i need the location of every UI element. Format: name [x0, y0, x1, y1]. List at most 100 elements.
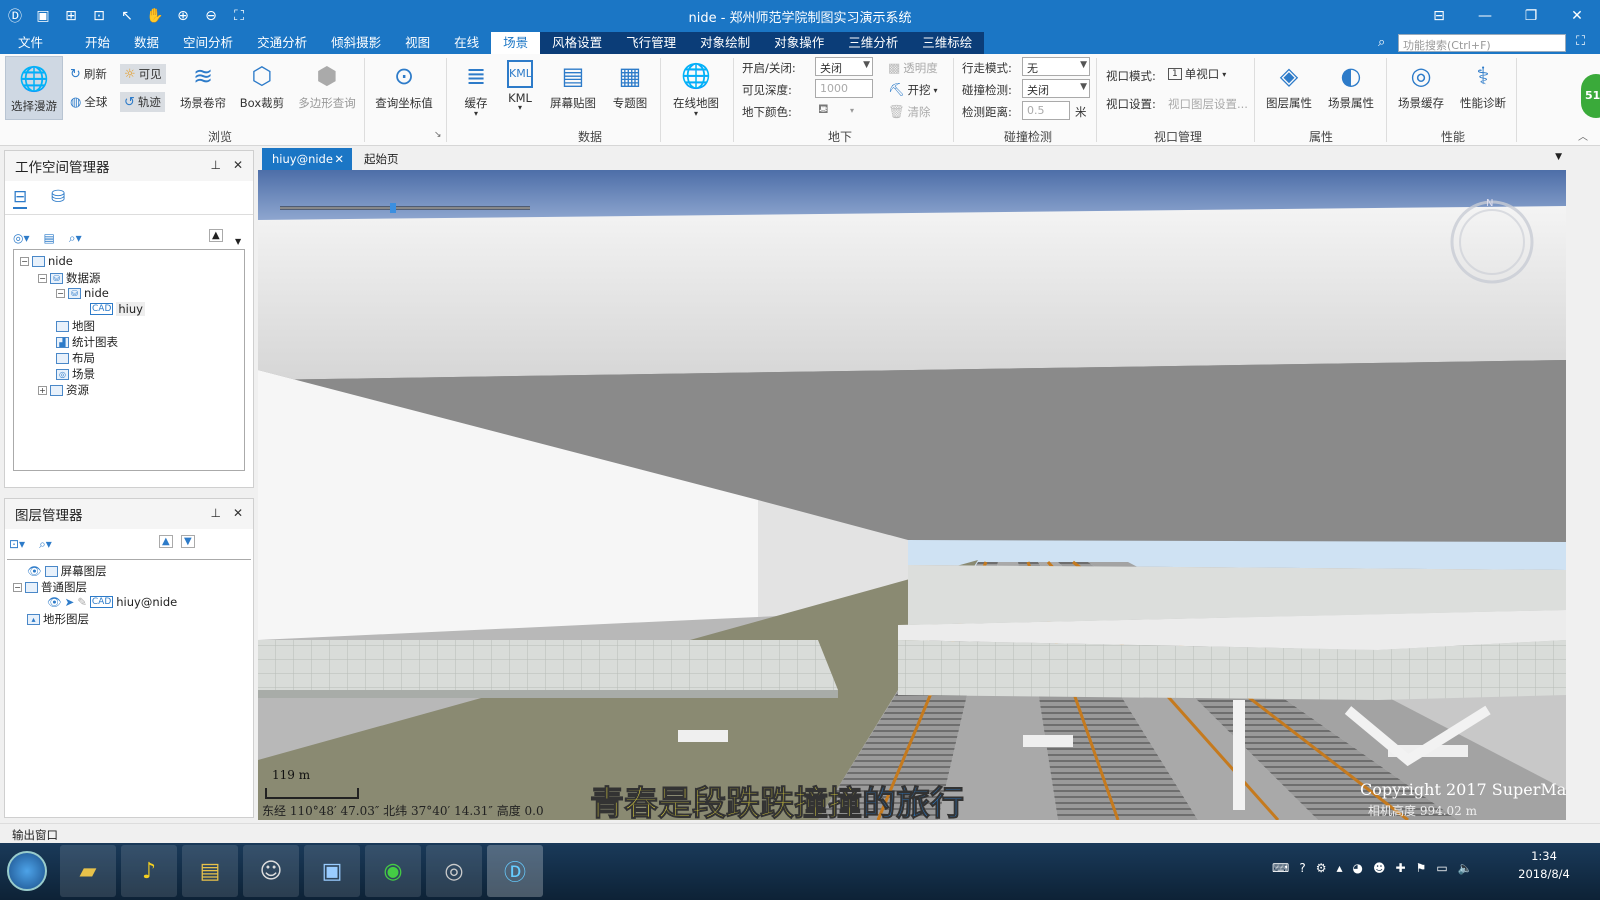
menu-tab[interactable]: 风格设置 — [540, 32, 615, 54]
layer-node-screen[interactable]: 👁 屏幕图层 — [27, 563, 107, 579]
excavate-button[interactable]: ⛏ 开挖 ▾ — [888, 82, 938, 98]
scroll-up-icon[interactable]: ▲ — [209, 229, 223, 242]
folder-icon[interactable]: ▤ — [182, 845, 238, 897]
dialog-launcher-icon[interactable]: ↘ — [434, 130, 442, 140]
select-roam-button[interactable]: 🌐 选择漫游 — [5, 56, 63, 120]
layer-node-terrain[interactable]: ▴ 地形图层 — [27, 611, 89, 627]
walk-mode-select[interactable]: 无 ▼ — [1022, 57, 1090, 76]
menu-tab[interactable]: 场景 — [491, 32, 541, 54]
ribbon-display-icon[interactable]: ⊟ — [1416, 0, 1462, 32]
close-icon[interactable]: ✕ — [233, 506, 243, 520]
photo-viewer-icon[interactable]: ▣ — [304, 845, 360, 897]
selectable-icon[interactable]: ➤ — [65, 595, 75, 609]
visible-depth-input[interactable]: 1000 — [815, 79, 873, 98]
qq-icon[interactable]: ◕ — [1353, 861, 1363, 875]
menu-tab[interactable]: 视图 — [393, 32, 442, 54]
menu-tab[interactable]: 空间分析 — [171, 32, 245, 54]
tab-hiuy-nide[interactable]: hiuy@nide ✕ — [262, 148, 352, 170]
detect-distance-input[interactable]: 0.5 — [1022, 101, 1070, 120]
keyboard-icon[interactable]: ⌨ — [1272, 861, 1289, 875]
tree-node-maps[interactable]: 地图 — [56, 318, 95, 334]
layer-node-normal[interactable]: − 普通图层 — [13, 579, 87, 595]
close-icon[interactable]: ✕ — [233, 158, 243, 172]
browser-icon[interactable]: ◉ — [365, 845, 421, 897]
move-down-icon[interactable]: ▼ — [181, 535, 195, 548]
close-icon[interactable]: ✕ — [1554, 0, 1600, 32]
start-orb-icon[interactable] — [0, 845, 54, 897]
screen-paste-button[interactable]: ▤ 屏幕贴图 — [548, 60, 598, 111]
menu-tab[interactable]: 三维标绘 — [910, 32, 985, 54]
open-data-icon[interactable]: ◎▾ — [13, 231, 30, 246]
output-window-tab[interactable]: 输出窗口 — [12, 828, 58, 842]
restore-icon[interactable]: ❐ — [1508, 0, 1554, 32]
help-icon[interactable]: ? — [1299, 861, 1305, 875]
collapse-ribbon-icon[interactable]: ︿ — [1578, 128, 1588, 143]
tree-node-scenes[interactable]: ◎ 场景 — [56, 366, 95, 382]
menu-tab[interactable]: 三维分析 — [836, 32, 911, 54]
tree-node-datasource-nide[interactable]: − ⛁ nide — [56, 286, 109, 300]
menu-tab[interactable]: 开始 — [73, 32, 122, 54]
layer-properties-button[interactable]: ◈ 图层属性 — [1262, 60, 1316, 111]
scene-viewport[interactable]: N 119 m 东经 110°48′ 47.03″ 北纬 37°40′ 14.3… — [258, 170, 1566, 820]
speed-badge[interactable]: 51 — [1581, 74, 1600, 118]
tree-node-datasources[interactable]: − ⛁ 数据源 — [38, 270, 101, 286]
move-up-icon[interactable]: ▲ — [159, 535, 173, 548]
online-map-button[interactable]: 🌐 在线地图 ▾ — [668, 60, 724, 118]
scene-cache-button[interactable]: ◎ 场景缓存 — [1394, 60, 1448, 111]
menu-tab[interactable]: 在线 — [442, 32, 491, 54]
polygon-query-button[interactable]: ⬢ 多边形查询 — [295, 60, 359, 111]
query-coord-button[interactable]: ⊙ 查询坐标值 — [372, 60, 436, 111]
properties-icon[interactable]: ▤ — [44, 231, 55, 246]
viewport-layer-setting-button[interactable]: 视口图层设置... — [1168, 96, 1248, 112]
menu-tab[interactable]: 对象绘制 — [688, 32, 763, 54]
show-hidden-icon[interactable]: ▴ — [1336, 861, 1342, 875]
scene-shutter-button[interactable]: ≋ 场景卷帘 — [178, 60, 228, 111]
add-layer-icon[interactable]: ⊡▾ — [9, 537, 25, 552]
tab-list-icon[interactable]: ▼ — [1555, 152, 1562, 162]
tray-settings-icon[interactable]: ⚙ — [1316, 861, 1327, 875]
find-layer-icon[interactable]: ⌕▾ — [39, 537, 52, 552]
function-search-input[interactable]: 功能搜索(Ctrl+F) — [1398, 34, 1566, 52]
tree-node-layouts[interactable]: 布局 — [56, 350, 95, 366]
find-icon[interactable]: ⌕▾ — [69, 231, 82, 246]
box-clip-button[interactable]: ⬡ Box裁剪 — [237, 60, 287, 111]
menu-tab[interactable]: 飞行管理 — [614, 32, 689, 54]
eye-icon[interactable]: 👁 — [47, 595, 62, 609]
globe-button[interactable]: ◍ 全球 — [70, 94, 107, 110]
recorder-icon[interactable]: ◎ — [426, 845, 482, 897]
tree-node-resources[interactable]: + 资源 — [38, 382, 89, 398]
panel-menu-icon[interactable]: ▼ — [235, 237, 241, 246]
paint-bucket-icon[interactable]: ⛾ — [818, 102, 829, 119]
collision-detect-select[interactable]: 关闭 ▼ — [1022, 79, 1090, 98]
clear-button[interactable]: 🗑 清除 — [888, 104, 931, 120]
tree-node-workspace[interactable]: − nide — [20, 254, 73, 268]
tree-node-charts[interactable]: ▟ 统计图表 — [56, 334, 118, 350]
supermap-app-icon[interactable]: Ⓓ — [487, 845, 543, 897]
eye-icon[interactable]: 👁 — [27, 564, 42, 578]
database-tab-icon[interactable]: ⛁ — [51, 187, 65, 207]
clock[interactable]: 1:34 2018/8/4 — [1514, 847, 1574, 883]
thematic-map-button[interactable]: ▦ 专题图 — [610, 60, 650, 111]
cache-button[interactable]: ≣ 缓存 ▾ — [455, 60, 497, 118]
scene-properties-button[interactable]: ◐ 场景属性 — [1324, 60, 1378, 111]
viewport-mode-select[interactable]: 1 单视口 ▾ — [1168, 66, 1226, 82]
menu-tab[interactable]: 数据 — [122, 32, 171, 54]
search-icon[interactable]: ⌕ — [1378, 35, 1385, 50]
editable-icon[interactable]: ✎ — [77, 595, 87, 609]
volume-icon[interactable]: 🔈 — [1458, 861, 1473, 875]
layer-node-hiuy[interactable]: 👁 ➤ ✎ CAD hiuy@nide — [47, 595, 177, 609]
refresh-button[interactable]: ↻ 刷新 — [70, 66, 107, 82]
close-tab-icon[interactable]: ✕ — [334, 148, 344, 170]
pin-icon[interactable]: ⊥ — [210, 506, 220, 520]
wechat-icon[interactable]: ☻ — [1373, 861, 1386, 875]
transparency-button[interactable]: ▩ 透明度 — [888, 60, 938, 76]
tab-start-page[interactable]: 起始页 — [354, 148, 409, 170]
file-manager-icon[interactable]: ▰ — [60, 845, 116, 897]
visible-toggle[interactable]: ☼ 可见 — [120, 64, 166, 84]
underground-onoff-select[interactable]: 关闭 ▼ — [815, 57, 873, 76]
menu-tab[interactable]: 文件 — [0, 32, 73, 54]
user-photo-icon[interactable]: ☺ — [243, 845, 299, 897]
tree-node-dataset-hiuy[interactable]: CAD hiuy — [90, 302, 145, 316]
kml-button[interactable]: KML KML ▾ — [500, 60, 540, 112]
color-dropdown-icon[interactable]: ▾ — [850, 106, 854, 115]
